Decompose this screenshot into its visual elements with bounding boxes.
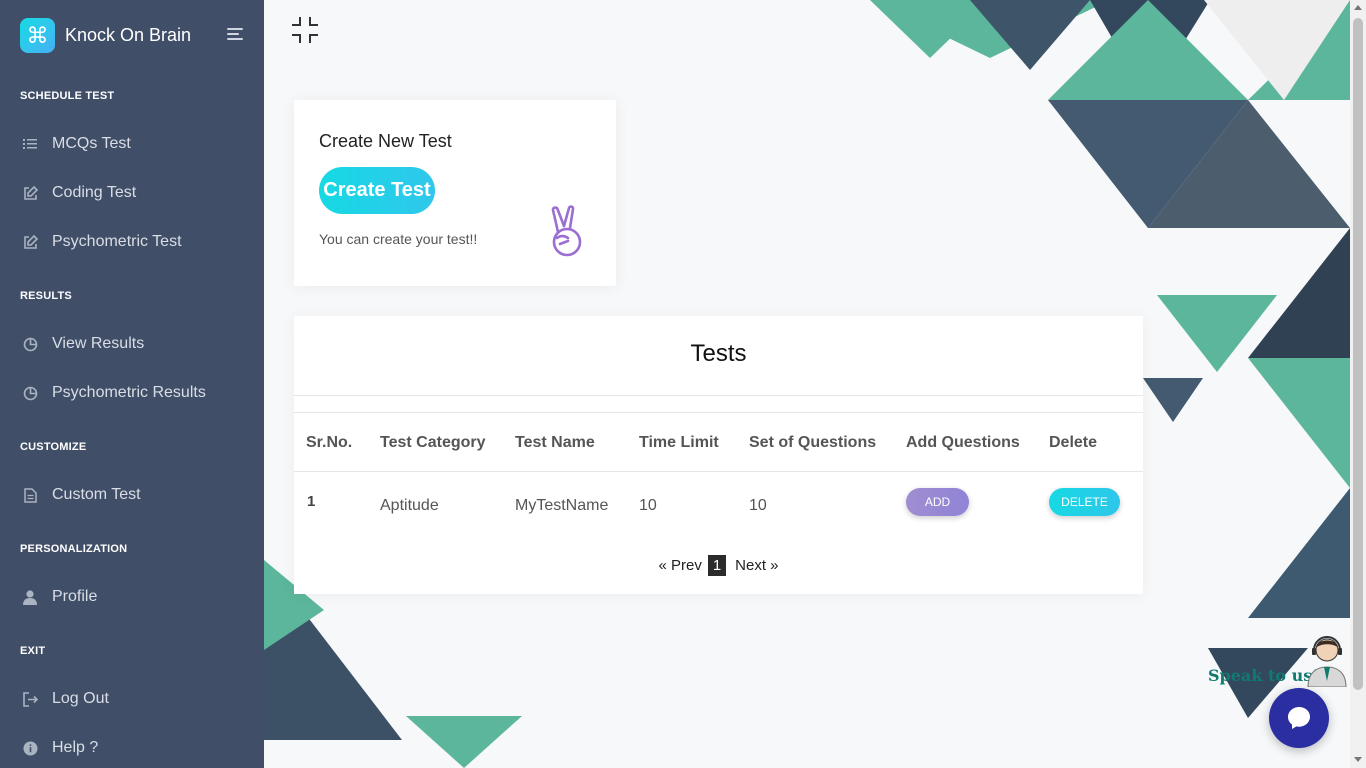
cell-test-category: Aptitude [380,497,439,514]
sidebar-item-label: MCQs Test [52,135,131,152]
command-logo-icon: ⌘ [20,18,55,53]
edit-icon [22,234,38,250]
sidebar-item-label: Psychometric Test [52,233,182,250]
column-header-set-of-questions: Set of Questions [749,434,877,451]
sidebar-item-label: Psychometric Results [52,384,206,401]
cell-sr-no: 1 [307,493,316,510]
sidebar: ⌘ Knock On Brain SCHEDULE TEST MCQs Test… [0,0,264,768]
chat-launcher-button[interactable] [1269,688,1329,748]
create-card-title: Create New Test [319,131,452,151]
list-icon [22,136,38,152]
victory-hand-icon [548,204,588,258]
sidebar-item-profile[interactable]: Profile [0,577,264,617]
brand-name: Knock On Brain [65,25,192,45]
edit-icon [22,185,38,201]
logout-icon [22,691,38,707]
section-title-results: RESULTS [20,290,72,302]
sidebar-item-label: Log Out [52,690,109,707]
tests-card: Tests Sr.No. Test Category Test Name Tim… [294,316,1143,594]
sidebar-item-psychometric-test[interactable]: Psychometric Test [0,222,264,262]
document-icon [22,487,38,503]
sidebar-item-label: Profile [52,588,98,605]
create-test-button[interactable]: Create Test [319,167,435,214]
column-header-test-name: Test Name [515,434,595,451]
add-questions-button[interactable]: ADD [906,488,969,516]
sidebar-item-label: Coding Test [52,184,137,201]
delete-test-button[interactable]: DELETE [1049,488,1120,516]
column-header-add-questions: Add Questions [906,434,1020,451]
column-header-time-limit: Time Limit [639,434,719,451]
column-header-sr-no: Sr.No. [306,434,353,451]
cell-test-name: MyTestName [515,497,609,514]
brand[interactable]: ⌘ Knock On Brain [20,18,191,53]
user-icon [22,589,38,605]
pie-chart-icon [22,385,38,401]
section-title-schedule-test: SCHEDULE TEST [20,90,115,102]
cell-time-limit: 10 [639,497,657,514]
sidebar-item-view-results[interactable]: View Results [0,324,264,364]
pagination: « Prev 1 Next » [294,555,1143,576]
sidebar-item-label: View Results [52,335,145,352]
divider [294,412,1143,413]
sidebar-item-psychometric-results[interactable]: Psychometric Results [0,373,264,413]
pagination-current-page[interactable]: 1 [707,555,727,576]
pagination-next[interactable]: Next » [735,557,778,574]
column-header-test-category: Test Category [380,434,486,451]
create-test-card: Create New Test Create Test You can crea… [294,100,616,286]
sidebar-item-log-out[interactable]: Log Out [0,679,264,719]
pagination-prev[interactable]: « Prev [658,557,701,574]
sidebar-item-label: Help ? [52,739,99,756]
divider [294,471,1143,472]
sidebar-item-mcqs-test[interactable]: MCQs Test [0,124,264,164]
divider [294,395,1143,396]
info-icon [22,740,38,756]
scroll-down-arrow-icon[interactable] [1354,757,1362,762]
scroll-up-arrow-icon[interactable] [1354,5,1362,10]
section-title-customize: CUSTOMIZE [20,441,87,453]
column-header-delete: Delete [1049,434,1098,451]
sidebar-item-custom-test[interactable]: Custom Test [0,475,264,515]
section-title-personalization: PERSONALIZATION [20,543,128,555]
support-agent-icon[interactable] [1304,632,1350,688]
menu-toggle-icon[interactable] [227,28,243,42]
pie-chart-icon [22,336,38,352]
sidebar-item-help[interactable]: Help ? [0,728,264,768]
scrollbar-thumb[interactable] [1353,18,1363,690]
tests-title: Tests [690,340,747,367]
exit-fullscreen-icon[interactable] [290,15,320,45]
cell-set-of-questions: 10 [749,497,767,514]
speak-to-us-label[interactable]: Speak to us! [1208,666,1319,685]
chat-bubble-icon [1288,707,1310,729]
sidebar-item-coding-test[interactable]: Coding Test [0,173,264,213]
vertical-scrollbar[interactable] [1350,0,1366,768]
section-title-exit: EXIT [20,645,46,657]
create-card-subtitle: You can create your test!! [319,231,478,247]
sidebar-item-label: Custom Test [52,486,141,503]
